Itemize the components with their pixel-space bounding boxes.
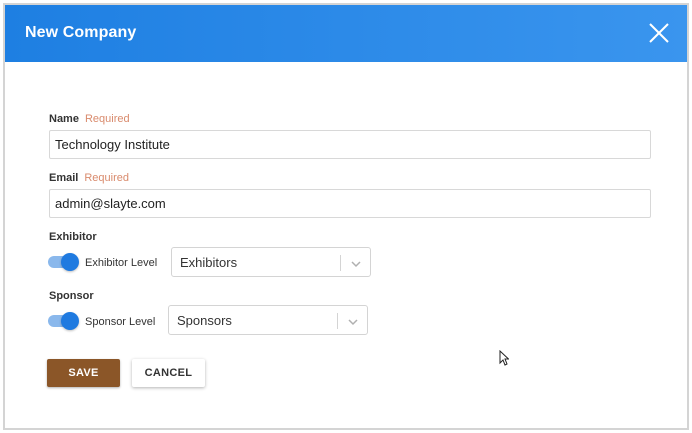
chevron-down-icon: [350, 257, 362, 269]
email-input[interactable]: [49, 189, 651, 218]
dialog-title: New Company: [25, 24, 137, 41]
name-required-hint: Required: [84, 113, 130, 125]
mouse-cursor-icon: [499, 349, 510, 366]
toggle-knob: [61, 312, 79, 330]
select-divider: [340, 255, 341, 271]
exhibitor-level-toggle[interactable]: [48, 253, 79, 271]
close-icon[interactable]: [647, 21, 671, 45]
name-label: Name Required: [49, 113, 130, 125]
sponsor-label: Sponsor: [49, 290, 94, 302]
select-divider: [337, 313, 338, 329]
email-label: Email Required: [49, 172, 129, 184]
name-label-text: Name: [49, 113, 79, 125]
email-label-text: Email: [49, 172, 79, 184]
sponsor-level-select[interactable]: Sponsors: [168, 305, 368, 335]
exhibitor-level-value: Exhibitors: [180, 255, 238, 270]
save-button[interactable]: SAVE: [47, 359, 120, 387]
exhibitor-level-label: Exhibitor Level: [85, 257, 158, 269]
cancel-button[interactable]: CANCEL: [132, 359, 205, 387]
sponsor-level-label: Sponsor Level: [85, 316, 156, 328]
new-company-dialog: New Company Name Required Email Required E…: [3, 3, 689, 430]
name-input[interactable]: [49, 130, 651, 159]
sponsor-level-value: Sponsors: [177, 313, 232, 328]
sponsor-level-toggle[interactable]: [48, 312, 79, 330]
toggle-knob: [61, 253, 79, 271]
dialog-header: New Company: [5, 5, 687, 62]
chevron-down-icon: [347, 315, 359, 327]
email-required-hint: Required: [84, 172, 129, 184]
exhibitor-label: Exhibitor: [49, 231, 97, 243]
exhibitor-level-select[interactable]: Exhibitors: [171, 247, 371, 277]
